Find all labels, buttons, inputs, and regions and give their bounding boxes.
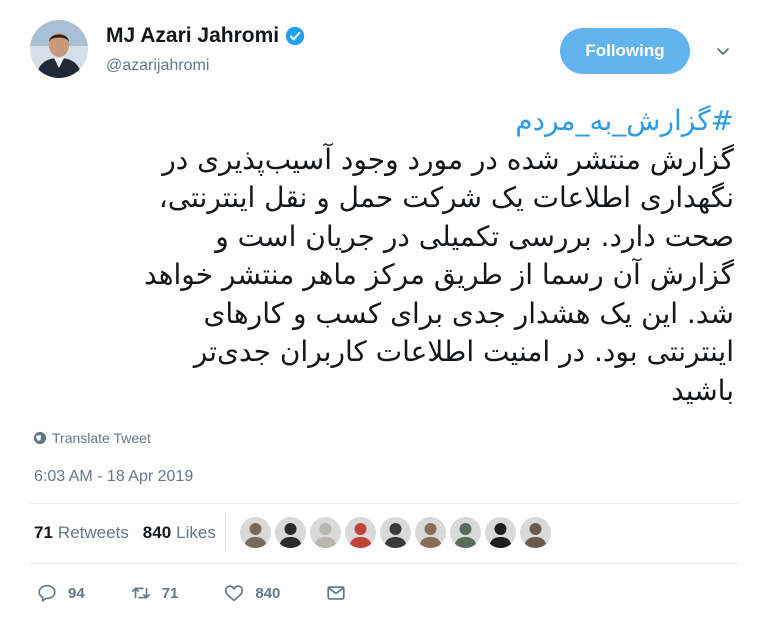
tweet-line: صحت دارد. بررسی تکمیلی در جریان است و [215, 219, 734, 253]
retweets-stat[interactable]: 71 Retweets [34, 523, 129, 543]
liker-avatar-9[interactable] [520, 517, 551, 548]
tweet-line: نگهداری اطلاعات یک شرکت حمل و نقل اینترن… [158, 181, 734, 214]
author-avatar-image [30, 20, 88, 78]
translate-tweet-link[interactable]: Translate Tweet [33, 430, 151, 446]
liker-avatar-4[interactable] [345, 517, 376, 548]
retweet-icon [131, 587, 150, 599]
retweets-label: Retweets [57, 523, 129, 542]
reply-action[interactable]: 94 [36, 582, 85, 604]
tweet-line: شد. این یک هشدار جدی برای کسب و کارهای [203, 296, 734, 330]
envelope-icon [327, 586, 346, 600]
like-count: 840 [255, 584, 281, 602]
retweet-count: 71 [161, 584, 179, 602]
liker-avatar-7[interactable] [450, 517, 481, 548]
hashtag-link[interactable]: #گزارش_به_مردم [28, 102, 734, 141]
likes-label: Likes [176, 523, 216, 542]
author-name-row[interactable]: MJ Azari Jahromi [106, 24, 305, 48]
translate-tweet-label[interactable]: Translate Tweet [52, 430, 151, 446]
tweet-line: باشید [671, 373, 734, 407]
liker-avatar-5[interactable] [380, 517, 411, 548]
author-name[interactable]: MJ Azari Jahromi [106, 24, 279, 48]
retweet-action[interactable]: 71 [130, 582, 179, 604]
tweet-timestamp[interactable]: 6:03 AM - 18 Apr 2019 [34, 468, 193, 486]
direct-message-action[interactable] [325, 582, 347, 604]
liker-avatar-1[interactable] [240, 517, 271, 548]
liker-avatars [240, 517, 551, 548]
tweet-line: گزارش آن رسما از طریق مرکز ماهر منتشر خو… [144, 258, 734, 291]
liker-avatar-8[interactable] [485, 517, 516, 548]
likes-stat[interactable]: 840 Likes [143, 523, 216, 543]
stats-separator [225, 514, 226, 552]
retweets-count: 71 [34, 523, 53, 542]
liker-avatar-3[interactable] [310, 517, 341, 548]
following-button[interactable]: Following [560, 28, 690, 74]
heart-icon [225, 585, 244, 602]
liker-avatar-6[interactable] [415, 517, 446, 548]
like-action[interactable]: 840 [223, 582, 280, 604]
tweet-actions: 94 71 840 [36, 582, 392, 604]
globe-icon [33, 431, 47, 445]
verified-badge-icon [285, 26, 305, 46]
tweet-line: اینترنتی بود. در امنیت اطلاعات کاربران ج… [193, 335, 734, 368]
tweet-text: #گزارش_به_مردم گزارش منتشر شده در مورد و… [28, 102, 734, 410]
author-handle[interactable]: @azarijahromi [106, 57, 209, 75]
reply-count: 94 [68, 584, 85, 602]
reply-icon [38, 584, 56, 602]
tweet-line: گزارش منتشر شده در مورد وجود آسیب‌پذیری … [162, 142, 734, 176]
author-avatar[interactable] [30, 20, 88, 78]
engagement-stats: 71 Retweets 840 Likes [34, 523, 230, 543]
liker-avatar-2[interactable] [275, 517, 306, 548]
chevron-down-icon[interactable] [714, 42, 732, 60]
likes-count: 840 [142, 523, 172, 542]
divider-top [30, 503, 738, 504]
divider-bottom [30, 563, 738, 564]
